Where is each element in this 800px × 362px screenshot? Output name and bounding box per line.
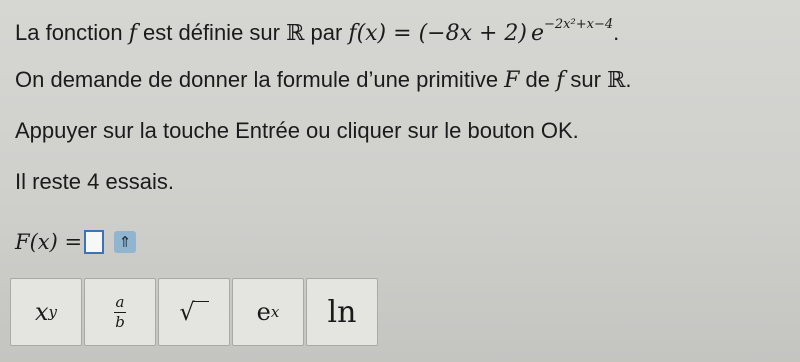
fraction-numerator: a (115, 292, 125, 311)
exponent: −2x²+x−4 (544, 17, 614, 32)
fraction-key[interactable]: a b (84, 278, 156, 346)
answer-label: F(x) = (15, 230, 83, 254)
intro-text: La fonction (15, 20, 129, 45)
sur-text: sur (564, 67, 608, 92)
request-text: On demande de donner la formule d’une pr… (15, 67, 505, 92)
exp-base: e (530, 21, 545, 46)
answer-input[interactable] (84, 230, 105, 254)
primitive-request: On demande de donner la formule d’une pr… (15, 66, 632, 95)
exponential-key[interactable]: ex (232, 278, 304, 346)
par-text: par (304, 20, 349, 45)
f-symbol: f (128, 21, 137, 46)
instruction-text: Appuyer sur la touche Entrée ou cliquer … (15, 118, 579, 143)
math-keypad: xy a b √ ex ln (10, 278, 380, 350)
sqrt-key[interactable]: √ (158, 278, 230, 346)
power-base: x (34, 298, 49, 326)
expand-editor-button[interactable]: ⇑ (114, 231, 137, 253)
function-definition: La fonction f est définie sur ℝ par f(x)… (15, 11, 619, 48)
linear-factor: (−8x + 2) (418, 21, 527, 46)
ln-label: ln (327, 294, 357, 330)
exp-key-base: e (256, 298, 271, 326)
attempts-remaining: Il reste 4 essais. (15, 169, 174, 194)
fraction-denominator: b (115, 312, 125, 331)
power-key[interactable]: xy (10, 278, 82, 346)
reals-symbol: ℝ (286, 21, 305, 46)
F-symbol: F (504, 68, 520, 93)
de-text: de (519, 67, 557, 92)
exp-key-exponent: x (270, 303, 280, 321)
answer-row: F(x) = ⇑ (15, 222, 137, 262)
f-of-x: f(x) (348, 21, 387, 46)
statement-end: . (613, 20, 620, 45)
exercise-panel: La fonction f est définie sur ℝ par f(x)… (0, 0, 800, 362)
double-up-arrow-icon: ⇑ (118, 233, 132, 251)
ln-key[interactable]: ln (306, 278, 378, 346)
reals-symbol-2: ℝ (607, 68, 626, 93)
defined-text: est définie sur (136, 20, 287, 45)
power-exponent: y (48, 303, 58, 321)
request-end: . (625, 67, 632, 92)
equals-sign: = (386, 21, 419, 46)
fraction-icon: a b (114, 292, 126, 331)
